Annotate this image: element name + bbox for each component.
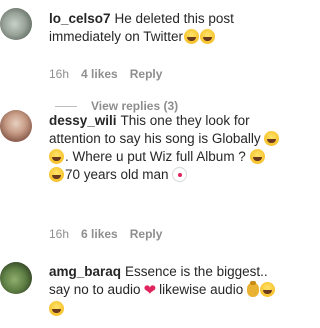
comment-meta: 16h 4 likes Reply xyxy=(49,67,174,81)
clown-emoji-icon xyxy=(172,167,188,182)
comment-text: amg_baraq Essence is the biggest.. say no… xyxy=(49,263,281,318)
comment-body-part-3: 70 years old man xyxy=(65,167,169,182)
avatar[interactable] xyxy=(0,8,32,40)
comment-timestamp: 16h xyxy=(49,227,70,241)
avatar[interactable] xyxy=(0,110,32,142)
view-replies-button[interactable]: View replies (3) xyxy=(55,99,178,113)
laughing-emoji-icon xyxy=(49,167,64,182)
comment-body-part-2: likewise audio xyxy=(159,282,244,297)
comment-body-part-2: . Where u put Wiz full Album ? xyxy=(65,149,246,164)
laughing-emoji-icon xyxy=(259,282,275,297)
avatar[interactable] xyxy=(0,262,32,294)
red-heart-icon: ❤ xyxy=(143,282,157,299)
laughing-emoji-icon xyxy=(49,301,64,316)
comment-username[interactable]: dessy_wili xyxy=(49,113,117,128)
laughing-emoji-icon xyxy=(49,149,64,164)
divider-line xyxy=(55,106,77,108)
laughing-emoji-icon xyxy=(264,131,280,146)
likes-count[interactable]: 4 likes xyxy=(81,67,118,81)
comment-timestamp: 16h xyxy=(49,67,70,81)
comment-username[interactable]: lo_celso7 xyxy=(49,11,111,26)
likes-count[interactable]: 6 likes xyxy=(81,227,118,241)
comment-text: dessy_wili This one they look for attenti… xyxy=(49,112,281,184)
laughing-emoji-icon xyxy=(184,29,200,44)
reply-button[interactable]: Reply xyxy=(130,227,163,241)
laughing-emoji-icon xyxy=(200,29,216,44)
reply-button[interactable]: Reply xyxy=(130,67,163,81)
view-replies-label: View replies (3) xyxy=(91,99,179,113)
laughing-emoji-icon xyxy=(249,149,265,164)
comment-text: lo_celso7 He deleted this post immediatel… xyxy=(49,10,281,46)
comment-meta: 16h 6 likes Reply xyxy=(49,227,174,241)
money-bag-icon xyxy=(246,281,259,297)
comment-username[interactable]: amg_baraq xyxy=(49,264,121,279)
